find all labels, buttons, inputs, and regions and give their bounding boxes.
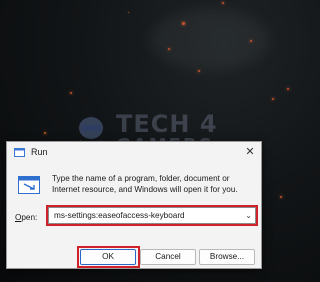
- cancel-button[interactable]: Cancel: [140, 249, 196, 265]
- ember-spark: [198, 70, 200, 72]
- watermark-line1: TECH 4: [116, 110, 218, 138]
- ember-spark: [250, 40, 252, 42]
- ember-spark: [168, 48, 170, 50]
- ember-spark: [128, 12, 129, 13]
- ember-spark: [272, 98, 274, 100]
- input-highlight-box: [46, 205, 258, 226]
- open-label-text: pen:: [21, 213, 38, 222]
- run-description: Type the name of a program, folder, docu…: [52, 174, 238, 194]
- open-label: Open:: [15, 213, 37, 222]
- close-button[interactable]: ✕: [243, 145, 257, 159]
- ember-spark: [44, 132, 46, 134]
- run-program-icon: [18, 176, 40, 194]
- ember-spark: [287, 88, 289, 90]
- ember-spark: [280, 196, 282, 198]
- ok-highlight-box: [77, 246, 140, 268]
- ember-spark: [182, 22, 185, 25]
- run-dialog: Run ✕ Type the name of a program, folder…: [6, 141, 262, 269]
- run-window-icon: [14, 148, 25, 157]
- ember-spark: [222, 2, 224, 4]
- browse-button[interactable]: Browse...: [199, 249, 255, 265]
- ember-spark: [70, 92, 72, 94]
- wallpaper-mist: [150, 10, 270, 70]
- window-title: Run: [31, 147, 48, 157]
- close-icon: ✕: [245, 146, 255, 158]
- title-bar[interactable]: Run ✕: [7, 142, 261, 164]
